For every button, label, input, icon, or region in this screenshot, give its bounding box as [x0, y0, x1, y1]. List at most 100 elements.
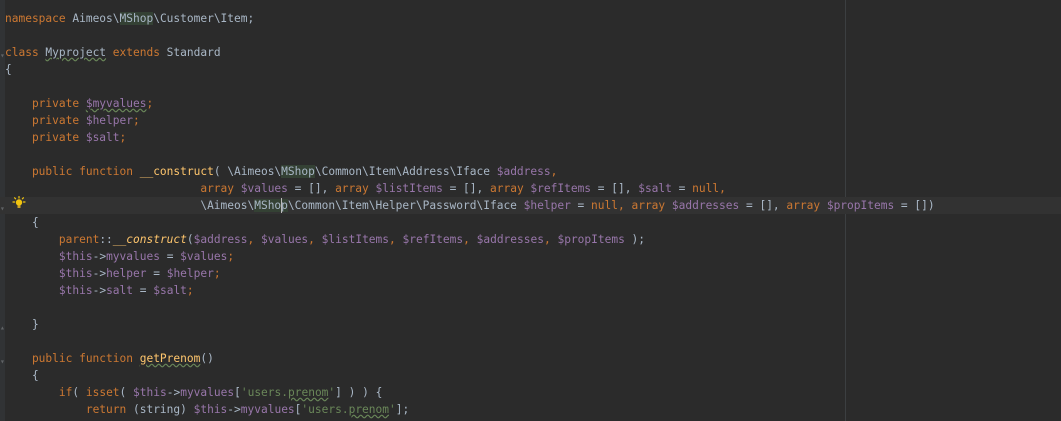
code-token: $helper	[166, 267, 214, 280]
code-token: parent	[58, 233, 100, 246]
fold-marker-icon[interactable]: ▾	[0, 357, 5, 366]
code-token: $addresses	[671, 199, 740, 212]
code-token: (string)	[132, 403, 194, 416]
code-token: '	[389, 403, 396, 416]
code-line[interactable]: return (string) $this->myvalues['users.p…	[5, 401, 409, 418]
code-token: $this	[58, 267, 93, 280]
code-token: MShop	[281, 165, 315, 178]
code-token: myvalues	[180, 386, 235, 399]
code-token: array	[631, 199, 672, 212]
code-token: $address	[496, 165, 551, 178]
code-line[interactable]: private $salt;	[5, 129, 126, 146]
code-token: =	[133, 284, 154, 297]
code-token: getPrenom	[139, 352, 201, 365]
code-token: Myproject	[45, 46, 107, 59]
code-token: private	[5, 114, 86, 127]
fold-marker-icon[interactable]: ▾	[0, 204, 5, 213]
code-token: = [],	[442, 182, 490, 195]
code-token: (	[72, 386, 86, 399]
code-token: MShop	[119, 12, 154, 25]
code-token: ::	[99, 233, 113, 246]
code-token: = [],	[739, 199, 787, 212]
code-token: ,	[550, 165, 558, 178]
code-line[interactable]: $this->myvalues = $values;	[5, 248, 234, 265]
code-token: if	[58, 386, 73, 399]
fold-marker-icon[interactable]: ▾	[0, 51, 5, 60]
code-token: $listItems	[321, 233, 390, 246]
code-token: __construct	[112, 233, 187, 246]
code-token: $salt	[153, 284, 187, 297]
code-line[interactable]: {	[5, 61, 12, 78]
code-token: ->	[92, 250, 107, 263]
code-token: = [],	[591, 182, 639, 195]
code-token: prenom	[348, 403, 389, 416]
code-token: array	[335, 182, 376, 195]
code-line[interactable]: {	[5, 214, 39, 231]
code-token: public function	[5, 352, 140, 365]
code-token: ;	[132, 114, 140, 127]
code-token: MShop	[254, 199, 288, 212]
code-token: = [])	[894, 199, 935, 212]
code-token: \Customer\Item;	[153, 12, 255, 25]
code-token: ()	[200, 352, 214, 365]
code-token: Aimeos\	[72, 12, 120, 25]
code-token: \Common\Item\Helper\Password\Iface	[287, 199, 524, 212]
code-token: ->	[166, 386, 181, 399]
code-token: isset	[85, 386, 120, 399]
code-token: ->	[227, 403, 241, 416]
code-token: ];	[395, 403, 410, 416]
code-token: ->	[92, 267, 107, 280]
code-line[interactable]: public function getPrenom()	[5, 350, 214, 367]
code-line[interactable]: \Aimeos\MShop\Common\Item\Helper\Passwor…	[5, 197, 935, 214]
code-token: $propItems	[826, 199, 895, 212]
code-token: null	[591, 199, 618, 212]
code-token: =	[159, 250, 181, 263]
code-token: $refItems	[530, 182, 592, 195]
code-token: );	[624, 233, 646, 246]
code-token: ;	[213, 267, 221, 280]
code-token: public function	[5, 165, 140, 178]
code-token: $helper	[523, 199, 571, 212]
code-line[interactable]: private $helper;	[5, 112, 140, 129]
code-token: =	[146, 267, 167, 280]
code-token: {	[5, 369, 39, 382]
code-line[interactable]: $this->helper = $helper;	[5, 265, 221, 282]
code-token: array	[200, 182, 241, 195]
code-token: prenom	[288, 386, 329, 399]
code-token: 'users.	[301, 403, 349, 416]
code-line[interactable]: class Myproject extends Standard	[5, 44, 221, 61]
code-token: $salt	[85, 131, 120, 144]
code-line[interactable]: {	[5, 367, 39, 384]
code-line[interactable]: public function __construct( \Aimeos\MSh…	[5, 163, 557, 180]
code-token: (	[186, 233, 194, 246]
code-token: ,	[389, 233, 403, 246]
code-token: $values	[240, 182, 288, 195]
code-token: $this	[193, 403, 228, 416]
code-token: 'users.	[240, 386, 288, 399]
code-line[interactable]: parent::__construct($address, $values, $…	[5, 231, 645, 248]
code-token: $myvalues	[85, 97, 147, 110]
code-line[interactable]: array $values = [], array $listItems = […	[5, 180, 725, 197]
code-token: ;	[186, 284, 194, 297]
code-token: salt	[106, 284, 134, 297]
code-token: Standard	[166, 46, 221, 59]
code-token: $values	[261, 233, 309, 246]
code-token: [	[234, 386, 241, 399]
lightbulb-icon[interactable]	[12, 196, 26, 210]
code-editor[interactable]: namespace Aimeos\MShop\Customer\Item; cla…	[0, 0, 1061, 421]
code-token: array	[490, 182, 531, 195]
code-line[interactable]: if( isset( $this->myvalues['users.prenom…	[5, 384, 382, 401]
code-token: myvalues	[240, 403, 295, 416]
code-token: helper	[106, 267, 147, 280]
code-token: array	[786, 199, 827, 212]
code-token: __construct	[139, 165, 214, 178]
code-line[interactable]: }	[5, 316, 39, 333]
code-line[interactable]: namespace Aimeos\MShop\Customer\Item;	[5, 10, 254, 27]
fold-marker-icon[interactable]: ▴	[0, 323, 5, 332]
code-line[interactable]: private $myvalues;	[5, 95, 153, 112]
code-line[interactable]: $this->salt = $salt;	[5, 282, 194, 299]
